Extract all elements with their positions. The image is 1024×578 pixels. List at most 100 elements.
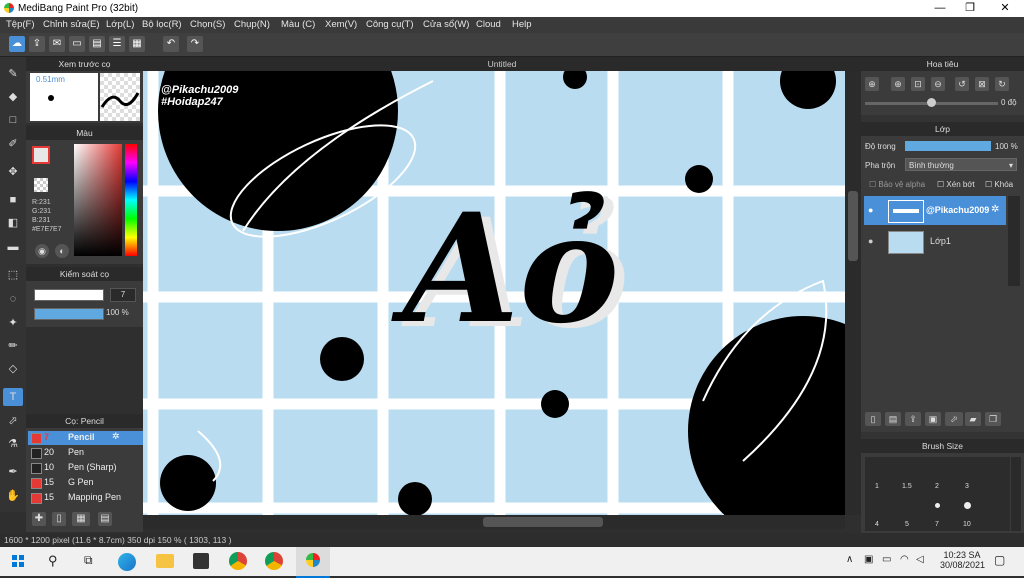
layer-menu-icon[interactable]: ⬀ (945, 412, 963, 426)
reset-view-icon[interactable]: ⊠ (975, 77, 989, 91)
magic-wand-icon[interactable]: ✦ (3, 314, 23, 332)
layer-row-lop1[interactable]: ● Lớp1 (864, 227, 1006, 256)
chat-icon[interactable]: ▭ (69, 36, 85, 52)
eraser-tool-icon[interactable]: ◆ (3, 88, 23, 106)
brush-menu-icon[interactable]: ▦ (72, 512, 90, 526)
notification-icon[interactable]: ▢ (994, 553, 1005, 567)
minimize-button[interactable]: — (925, 0, 955, 17)
menu-window[interactable]: Cửa sổ(W) (423, 19, 469, 30)
lasso-icon[interactable]: ◌ (3, 290, 23, 308)
brush-size-slider[interactable] (34, 289, 104, 301)
brush-size-10[interactable]: 10 (963, 521, 971, 528)
chrome-icon[interactable] (229, 552, 247, 570)
text-tool-icon[interactable]: T (3, 388, 23, 406)
eye-icon[interactable]: ● (868, 236, 873, 246)
close-button[interactable]: ✕ (990, 0, 1020, 17)
brush-size-1-5[interactable]: 1.5 (902, 483, 912, 490)
lock-checkbox[interactable]: ☐ Khóa (985, 180, 1013, 189)
brush-item-g-pen[interactable]: 15 G Pen (28, 476, 150, 490)
duplicate-layer-icon[interactable]: ⇪ (905, 412, 921, 426)
brush-opacity-slider[interactable] (34, 308, 104, 320)
comment-icon[interactable]: ✉ (49, 36, 65, 52)
medibang-taskbar-button[interactable] (296, 547, 330, 578)
task-view-icon[interactable]: ⧉ (84, 553, 93, 568)
redo-icon[interactable]: ↷ (187, 36, 203, 52)
brush-size-2[interactable]: 2 (935, 483, 939, 490)
canvas-vertical-scrollbar[interactable] (845, 71, 861, 515)
brush-size-3[interactable]: 3 (965, 483, 969, 490)
brush-size-scrollbar[interactable] (1011, 457, 1021, 531)
wifi-icon[interactable]: ◠ (900, 554, 909, 565)
zoom-out-icon[interactable]: ⊖ (931, 77, 945, 91)
pen-tool-icon[interactable]: ✐ (3, 135, 23, 153)
menu-view[interactable]: Xem(V) (325, 19, 357, 30)
protect-alpha-checkbox[interactable]: ☐ Bảo vệ alpha (869, 180, 925, 189)
rotate-right-icon[interactable]: ↻ (995, 77, 1009, 91)
menu-capture[interactable]: Chụp(N) (234, 19, 270, 30)
menu-cloud[interactable]: Cloud (476, 19, 501, 30)
bucket-tool-icon[interactable]: ◧ (3, 214, 23, 232)
layer-scrollbar[interactable] (1008, 196, 1020, 286)
document-icon[interactable]: ▤ (89, 36, 105, 52)
new-brush-icon[interactable]: ▯ (52, 512, 66, 526)
store-icon[interactable] (193, 553, 209, 569)
chevron-up-icon[interactable]: ∧ (846, 554, 853, 565)
brush-size-5[interactable]: 5 (905, 521, 909, 528)
brush-item-mapping-pen[interactable]: 15 Mapping Pen (28, 491, 150, 505)
brush-item-pencil[interactable]: 7 Pencil ✲ (28, 431, 150, 445)
hand-tool-icon[interactable]: ✋ (3, 487, 23, 505)
fill-rect-tool-icon[interactable]: ■ (3, 191, 23, 209)
color-saturation-box[interactable] (74, 144, 122, 256)
menu-select[interactable]: Chọn(S) (190, 19, 225, 30)
image-layer-icon[interactable]: ▣ (925, 412, 941, 426)
layer-row-pikachu[interactable]: ● @Pikachu2009 ✲ (864, 196, 1006, 225)
menu-filter[interactable]: Bộ lọc(R) (142, 19, 182, 30)
chrome-icon-2[interactable] (265, 552, 283, 570)
rectangle-tool-icon[interactable]: □ (3, 111, 23, 129)
layer-opacity-slider[interactable] (905, 141, 991, 151)
gear-icon[interactable]: ✲ (991, 204, 999, 215)
camera-icon[interactable]: ▣ (864, 554, 873, 565)
operation-tool-icon[interactable]: ⬀ (3, 412, 23, 430)
menu-file[interactable]: Tệp(F) (6, 19, 35, 30)
search-icon[interactable]: ⚲ (48, 553, 58, 569)
add-brush-icon[interactable]: ✚ (32, 512, 46, 526)
undo-icon[interactable]: ↶ (163, 36, 179, 52)
drawing-canvas[interactable]: Aỏ Aỏ @Pikachu2009 #Hoidap247 (143, 71, 845, 515)
zoom-in-2-icon[interactable]: ⊕ (891, 77, 905, 91)
layer-more-icon[interactable]: ❐ (985, 412, 1001, 426)
select-eraser-icon[interactable]: ◇ (3, 360, 23, 378)
brush-size-1[interactable]: 1 (875, 483, 879, 490)
select-rect-icon[interactable]: ⬚ (3, 266, 23, 284)
canvas-horizontal-scrollbar[interactable] (143, 515, 845, 529)
file-explorer-icon[interactable] (156, 554, 174, 568)
list-icon[interactable]: ☰ (109, 36, 125, 52)
canvas-tab[interactable]: Untitled (143, 57, 861, 71)
brush-size-7[interactable]: 7 (935, 521, 939, 528)
select-pen-icon[interactable]: ✏ (3, 337, 23, 355)
new-halftone-layer-icon[interactable]: ▤ (885, 412, 901, 426)
menu-layer[interactable]: Lớp(L) (106, 19, 134, 30)
clipping-checkbox[interactable]: ☐ Xén bớt (937, 180, 975, 189)
brush-item-pen[interactable]: 20 Pen (28, 446, 150, 460)
eyedropper-icon[interactable]: ⚗ (3, 435, 23, 453)
folder-icon[interactable]: ▰ (965, 412, 981, 426)
rotation-slider-handle[interactable] (927, 98, 936, 107)
brush-item-pen-sharp[interactable]: 10 Pen (Sharp) (28, 461, 150, 475)
gear-icon[interactable]: ✲ (112, 431, 120, 442)
brush-tool-icon[interactable]: ✎ (3, 65, 23, 83)
volume-icon[interactable]: ◁ (916, 554, 924, 565)
battery-icon[interactable]: ▭ (882, 554, 891, 565)
blend-mode-select[interactable]: Bình thường ▾ (905, 158, 1017, 171)
windows-start-icon[interactable] (12, 555, 24, 567)
new-layer-icon[interactable]: ▯ (865, 412, 881, 426)
maximize-button[interactable]: ❐ (955, 0, 985, 17)
menu-help[interactable]: Help (512, 19, 532, 30)
rotate-left-icon[interactable]: ↺ (955, 77, 969, 91)
gradient-tool-icon[interactable]: ▬ (3, 238, 23, 256)
eye-icon[interactable]: ● (868, 205, 873, 215)
hue-slider[interactable] (125, 144, 137, 256)
move-tool-icon[interactable]: ✥ (3, 163, 23, 181)
cloud-icon[interactable]: ☁ (9, 36, 25, 52)
brush-size-4[interactable]: 4 (875, 521, 879, 528)
